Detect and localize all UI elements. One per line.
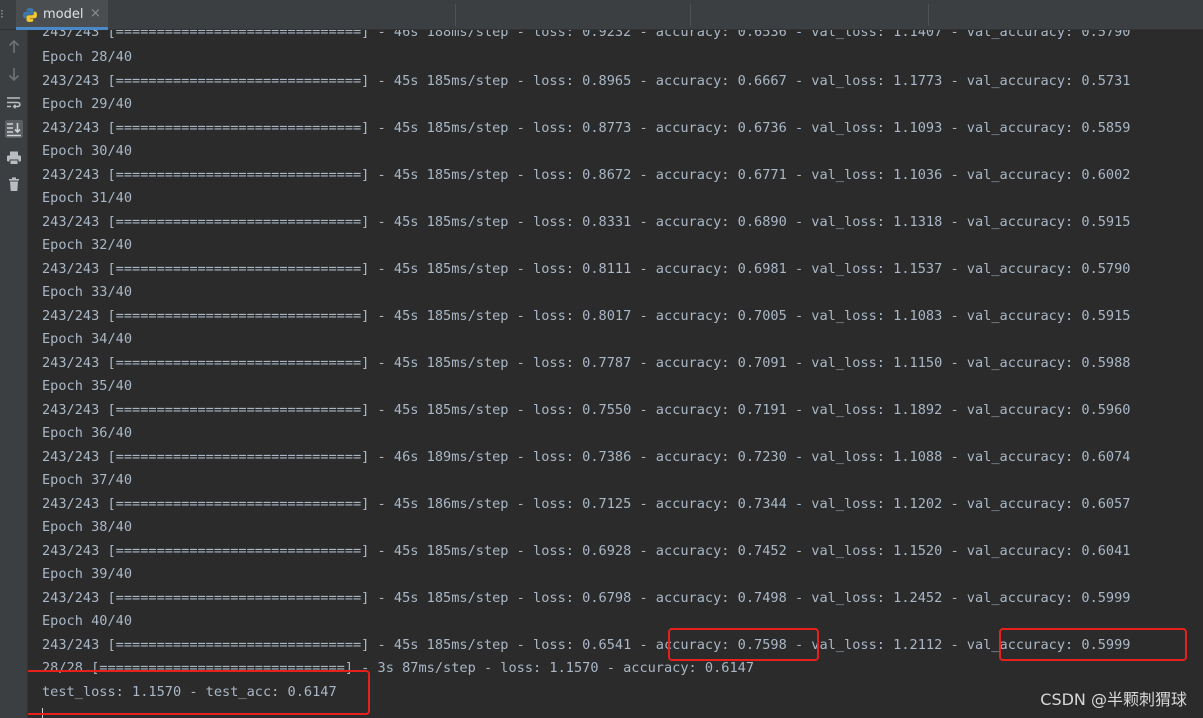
trash-icon[interactable] bbox=[5, 175, 23, 193]
console-line-progress: 243/243 [==============================]… bbox=[42, 166, 1131, 183]
console-line-progress: 243/243 [==============================]… bbox=[42, 401, 1131, 418]
console-line-epoch: Epoch 34/40 bbox=[42, 331, 133, 347]
run-console[interactable]: 243/243 [==============================]… bbox=[28, 30, 1203, 718]
console-line-epoch: Epoch 28/40 bbox=[42, 49, 133, 65]
close-icon[interactable]: × bbox=[90, 6, 101, 21]
console-line-progress: 243/243 [==============================]… bbox=[42, 72, 1131, 89]
console-line-progress: 243/243 [==============================]… bbox=[42, 354, 1131, 371]
console-line-epoch: Epoch 40/40 bbox=[42, 613, 133, 629]
console-line-progress: 243/243 [==============================]… bbox=[42, 119, 1131, 136]
console-line-progress: 243/243 [==============================]… bbox=[42, 589, 1131, 606]
console-line-epoch: Epoch 37/40 bbox=[42, 472, 133, 488]
console-line-epoch: Epoch 30/40 bbox=[42, 143, 133, 159]
console-line-epoch: Epoch 35/40 bbox=[42, 378, 133, 394]
console-toolbar bbox=[0, 30, 28, 718]
console-line-epoch: Epoch 29/40 bbox=[42, 96, 133, 112]
highlight-test-result bbox=[28, 670, 370, 715]
scroll-to-end-icon[interactable] bbox=[5, 120, 23, 138]
tab-label: model bbox=[43, 7, 84, 22]
soft-wrap-icon[interactable] bbox=[5, 94, 23, 112]
print-icon[interactable] bbox=[5, 149, 23, 167]
console-line-epoch: Epoch 36/40 bbox=[42, 425, 133, 441]
python-file-icon bbox=[23, 8, 37, 22]
console-line-progress: 243/243 [==============================]… bbox=[42, 307, 1131, 324]
console-line-epoch: Epoch 33/40 bbox=[42, 284, 133, 300]
console-line-progress: 243/243 [==============================]… bbox=[42, 636, 1131, 653]
console-line-progress: 243/243 [==============================]… bbox=[42, 213, 1131, 230]
editor-tab-bar: ⁝ model × bbox=[0, 0, 1203, 30]
arrow-down-icon[interactable] bbox=[5, 65, 23, 83]
tab-bar-edge-glyph: ⁝ bbox=[0, 7, 4, 21]
console-line-epoch: Epoch 31/40 bbox=[42, 190, 133, 206]
console-line-progress: 243/243 [==============================]… bbox=[42, 448, 1131, 465]
console-line-epoch: Epoch 38/40 bbox=[42, 519, 133, 535]
arrow-up-icon[interactable] bbox=[5, 38, 23, 56]
watermark: CSDN @半颗刺猬球 bbox=[1040, 690, 1187, 709]
tab-divider bbox=[690, 4, 691, 26]
console-line-partial: 243/243 [==============================]… bbox=[42, 30, 1131, 40]
console-line-progress: 243/243 [==============================]… bbox=[42, 542, 1131, 559]
tab-divider bbox=[455, 4, 456, 26]
highlight-accuracy bbox=[668, 628, 819, 661]
highlight-val-accuracy bbox=[999, 628, 1187, 661]
console-line-epoch: Epoch 39/40 bbox=[42, 566, 133, 582]
console-line-epoch: Epoch 32/40 bbox=[42, 237, 133, 253]
tab-divider bbox=[928, 4, 929, 26]
console-line-progress: 243/243 [==============================]… bbox=[42, 260, 1131, 277]
tab-model[interactable]: model × bbox=[16, 0, 108, 30]
console-line-progress: 243/243 [==============================]… bbox=[42, 495, 1131, 512]
